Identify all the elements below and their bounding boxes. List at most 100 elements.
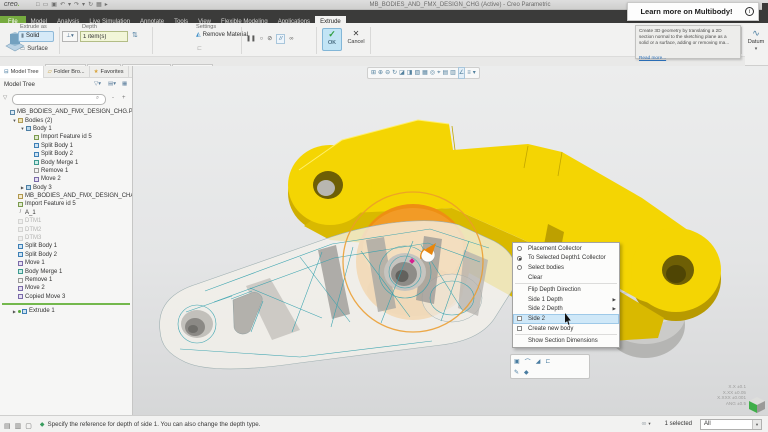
selection-filter-combo[interactable]: All ▾ [700, 419, 762, 430]
expand-arrow-icon[interactable]: ▶ [11, 309, 18, 314]
tree-item-split-body-2[interactable]: Split Body 2 [0, 251, 132, 259]
spin-center-icon[interactable]: ◎ [430, 68, 435, 78]
tree-item-split-body-1[interactable]: Split Body 1 [0, 242, 132, 250]
tree-columns-icon[interactable]: ▤▾ [108, 81, 116, 87]
tree-item-copied-move-3[interactable]: Copied Move 3 [0, 293, 132, 301]
navigator-tab-model-tree[interactable]: ⊟Model Tree [0, 66, 44, 78]
tree-item-body-3[interactable]: ▶Body 3 [0, 184, 132, 192]
shading-style-icon[interactable]: ◪ [399, 68, 405, 78]
new-file-icon[interactable]: □ [36, 1, 40, 10]
ok-button[interactable]: ✓ OK [322, 28, 342, 51]
tree-item-body-merge-1[interactable]: Body Merge 1 [0, 158, 132, 166]
multibody-banner[interactable]: Learn more on Multibody! i [627, 2, 759, 21]
tree-item-move-2[interactable]: Move 2 [0, 284, 132, 292]
menu-item-clear[interactable]: Clear [513, 273, 619, 283]
search-input[interactable] [12, 94, 106, 105]
zoom-in-icon[interactable]: ⊕ [378, 68, 383, 78]
chevron-down-icon[interactable]: ▾ [752, 420, 761, 429]
expand-arrow-icon[interactable]: ▼ [19, 126, 26, 131]
redo-icon[interactable]: ↷ [74, 1, 79, 10]
zoom-out-icon[interactable]: ⊖ [385, 68, 390, 78]
menu-item-show-section-dimensions[interactable]: Show Section Dimensions [513, 336, 619, 346]
tree-item-dtm1[interactable]: DTM1 [0, 217, 132, 225]
regenerate-icon[interactable]: ↻ [88, 1, 93, 10]
surface-toggle-icon[interactable]: ⌒ [525, 357, 531, 366]
cancel-button[interactable]: ✕ Cancel [345, 28, 367, 51]
tree-item-remove-1[interactable]: Remove 1 [0, 167, 132, 175]
body-select-icon[interactable]: ◆ [524, 369, 529, 376]
tree-item-body-merge-1[interactable]: Body Merge 1 [0, 267, 132, 275]
attached-preview-icon[interactable]: // [276, 34, 285, 44]
tree-item-a-1[interactable]: /A_1 [0, 209, 132, 217]
3d-scene[interactable] [133, 66, 768, 415]
tree-item-body-1[interactable]: ▼Body 1 [0, 125, 132, 133]
navigator-toggle-icon[interactable]: ▤ [4, 423, 11, 430]
menu-item-to-selected-depth1-collector[interactable]: To Selected Depth1 Collector [513, 254, 619, 264]
menu-item-placement-collector[interactable]: Placement Collector [513, 244, 619, 254]
read-more-link[interactable]: Read more... [639, 55, 666, 60]
view-manager-icon[interactable]: ▥ [450, 68, 456, 78]
datum-display-icon[interactable]: ∠ [458, 67, 465, 79]
menu-item-create-new-body[interactable]: Create new body [513, 324, 619, 334]
expand-all-icon[interactable]: + [122, 95, 126, 101]
flip-depth-icon[interactable]: ⇅ [132, 31, 138, 39]
tree-item-split-body-1[interactable]: Split Body 1 [0, 142, 132, 150]
navigator-tab-favorites[interactable]: ★Favorites [90, 66, 129, 78]
hidden-line-icon[interactable]: ◨ [407, 68, 413, 78]
pause-icon[interactable]: ❚❚ [246, 36, 256, 42]
thicken-toggle-icon[interactable]: ⊏ [545, 358, 550, 365]
no-preview-icon[interactable]: ○ [260, 36, 264, 42]
tree-item-mb-bodies-and-fmx-design-change[interactable]: MB_BODIES_AND_FMX_DESIGN_CHANGE [0, 192, 132, 200]
find-tool[interactable]: ○○ ▾ [641, 421, 650, 427]
wireframe-icon[interactable]: ▧ [414, 68, 420, 78]
undo-caret-icon[interactable]: ▾ [68, 1, 71, 10]
depth-value-field[interactable] [80, 31, 128, 42]
tree-item-import-feature-id-5[interactable]: Import Feature id 5 [0, 200, 132, 208]
tree-settings-icon[interactable]: ▦ [122, 81, 127, 87]
browser-toggle-icon[interactable]: ▥ [15, 423, 22, 430]
orientation-cube-icon[interactable] [748, 396, 766, 414]
insertion-indicator[interactable] [2, 303, 130, 305]
tree-item-remove-1[interactable]: Remove 1 [0, 276, 132, 284]
info-icon[interactable]: i [745, 7, 754, 16]
undo-icon[interactable]: ↶ [60, 1, 65, 10]
edit-sketch-icon[interactable]: ✎ [514, 369, 519, 376]
windows-icon[interactable]: ▦ [96, 1, 102, 10]
annotation-display-icon[interactable]: ≡ [467, 68, 471, 78]
tree-item-move-2[interactable]: Move 2 [0, 175, 132, 183]
tree-item-dtm2[interactable]: DTM2 [0, 225, 132, 233]
reorient-icon[interactable]: ⌖ [437, 68, 440, 78]
filter-icon[interactable]: ▽ [3, 95, 7, 101]
saved-views-icon[interactable]: ▤ [442, 68, 448, 78]
open-file-icon[interactable]: ▭ [43, 1, 49, 10]
datum-group-button[interactable]: ∿ Datum ▾ [744, 27, 768, 52]
expand-arrow-icon[interactable]: ▼ [11, 118, 18, 123]
expand-arrow-icon[interactable]: ▶ [19, 185, 26, 190]
tree-item-bodies-2-[interactable]: ▼Bodies (2) [0, 116, 132, 124]
collapse-all-icon[interactable]: - [112, 95, 114, 101]
verify-feature-icon[interactable]: ∞ [289, 36, 293, 42]
depth-type-dropdown[interactable]: ⊥▾ [62, 31, 78, 42]
menu-item-side-1-depth[interactable]: Side 1 Depth▶ [513, 295, 619, 305]
solid-button[interactable]: ▮Solid [18, 31, 54, 42]
more-display-icon[interactable]: ▾ [473, 68, 476, 78]
tree-item-move-1[interactable]: Move 1 [0, 259, 132, 267]
search-icon[interactable]: ⌕ [96, 95, 99, 102]
ghost-body[interactable] [160, 221, 516, 369]
navigator-tab-folder-bro-[interactable]: ▱Folder Bro... [44, 66, 90, 78]
menu-item-flip-depth-direction[interactable]: Flip Depth Direction [513, 285, 619, 295]
unattached-preview-icon[interactable]: ⊘ [267, 36, 272, 42]
redo-caret-icon[interactable]: ▾ [82, 1, 85, 10]
tree-item-import-feature-id-5[interactable]: Import Feature id 5 [0, 133, 132, 141]
remove-material-toggle-icon[interactable]: ◢ [536, 358, 541, 365]
more-commands-icon[interactable]: ▸ [105, 1, 108, 10]
tree-filter-icon[interactable]: ▽▾ [94, 81, 101, 87]
menu-item-select-bodies[interactable]: Select bodies [513, 263, 619, 273]
display-style-icon[interactable]: ▦ [422, 68, 428, 78]
tree-item-split-body-2[interactable]: Split Body 2 [0, 150, 132, 158]
thicken-sketch-toggle[interactable]: ⊏ [197, 45, 202, 52]
panel-collapse-button[interactable] [762, 3, 768, 20]
solid-toggle-icon[interactable]: ▣ [514, 358, 520, 365]
surface-button[interactable]: ▭Surface [18, 44, 56, 54]
menu-item-side-2-depth[interactable]: Side 2 Depth▶ [513, 305, 619, 315]
